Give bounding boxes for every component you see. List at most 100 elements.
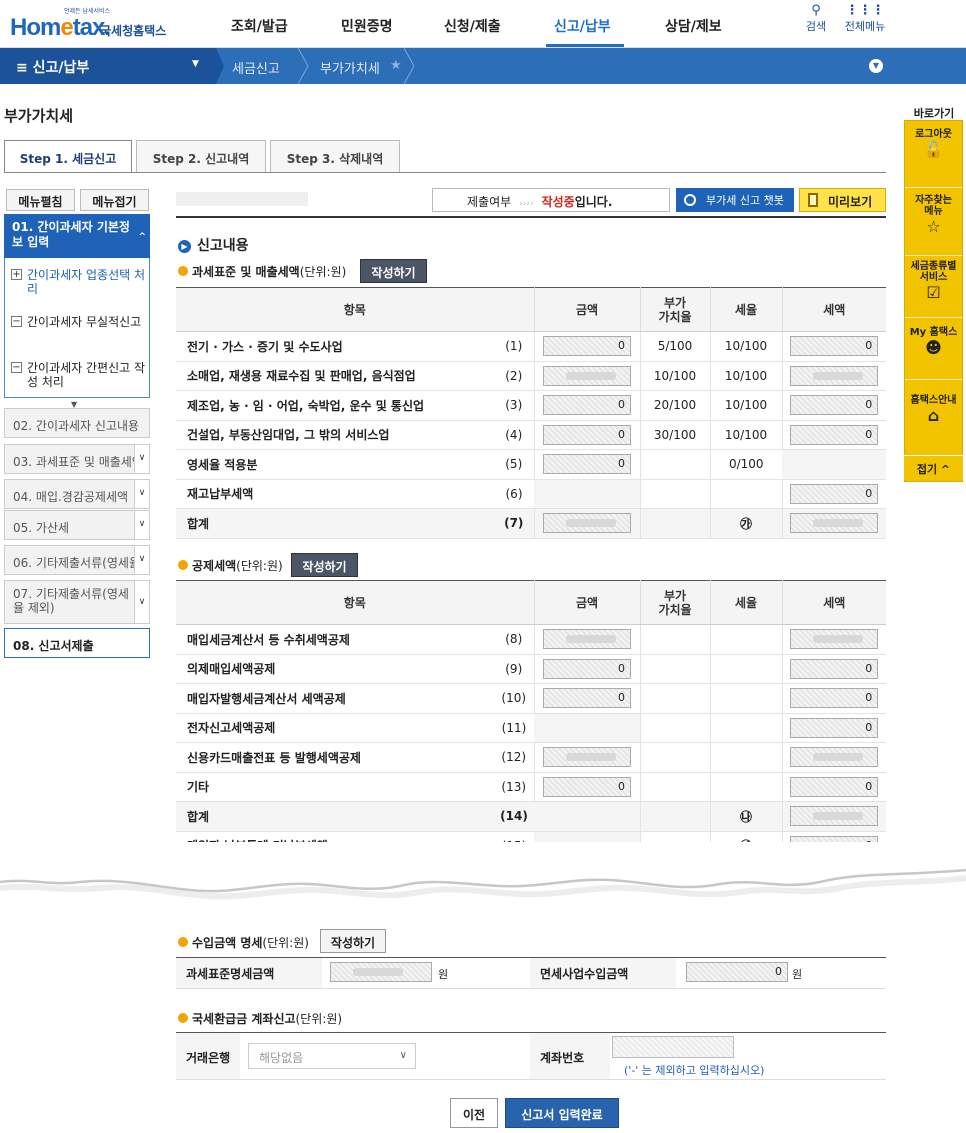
nav-filing[interactable]: 신고/납부 <box>554 16 611 36</box>
menu-expand-button[interactable]: 메뉴펼침 <box>6 189 75 211</box>
tax-field[interactable] <box>790 365 879 386</box>
breadcrumb-item-tax-filing[interactable]: 세금신고 <box>232 58 280 77</box>
amount-field[interactable] <box>543 747 631 768</box>
tab-step2[interactable]: Step 2. 신고내역 <box>136 140 266 172</box>
tax-field[interactable] <box>790 513 879 534</box>
tax-field[interactable] <box>790 629 879 650</box>
quick-fold-button[interactable]: 접기 ^ <box>904 455 963 480</box>
logo-korean: 국세청홈택스 <box>100 24 167 38</box>
row-tax-rate <box>709 624 782 655</box>
favorite-star-icon[interactable]: ★ <box>390 58 402 73</box>
nav-inquiry[interactable]: 조회/발급 <box>231 16 288 36</box>
tax-field[interactable]: 0 <box>790 658 879 679</box>
amount-field[interactable]: 0 <box>543 658 631 679</box>
logo-wordmark: Hometax. <box>10 14 111 41</box>
preview-button[interactable]: 미리보기 <box>799 188 886 212</box>
submenu-item-simple-report[interactable]: − 간이과세자 간편신고 작성 처리 <box>11 361 147 389</box>
tax-field[interactable] <box>790 806 879 827</box>
all-menu-button[interactable]: ⋮⋮⋮ 전체메뉴 <box>840 4 890 34</box>
amount-field[interactable] <box>543 365 631 386</box>
row-value-added-rate: 30/100 <box>639 420 710 450</box>
amount-field[interactable]: 0 <box>543 395 631 416</box>
chevron-down-icon[interactable]: ∨ <box>134 480 149 508</box>
menu-collapse-button[interactable]: 메뉴접기 <box>80 189 149 211</box>
previous-button[interactable]: 이전 <box>450 1098 498 1128</box>
submenu-item-business-type[interactable]: + 간이과세자 업종선택 처리 <box>11 268 147 296</box>
account-note: ('-' 는 제외하고 입력하십시오) <box>624 1064 765 1077</box>
tab-step1[interactable]: Step 1. 세금신고 <box>4 140 132 173</box>
sidebar-item-step04[interactable]: 04. 매입.경감공제세액 ∨ <box>4 479 150 509</box>
chevron-down-icon[interactable]: ∨ <box>134 546 149 574</box>
tab-step3[interactable]: Step 3. 삭제내역 <box>270 140 400 172</box>
section-selector[interactable]: ≡ 신고/납부 ▼ <box>0 48 210 84</box>
col-amount: 금액 <box>533 287 640 332</box>
cell-amount <box>533 624 640 655</box>
amount-field[interactable] <box>543 629 631 650</box>
cell-amount: 0 <box>533 420 640 450</box>
sidebar-item-step05[interactable]: 05. 가산세 ∨ <box>4 510 150 540</box>
chevron-down-icon[interactable]: ∨ <box>134 445 149 473</box>
submenu-item-no-performance[interactable]: − 간이과세자 무실적신고 <box>11 315 147 329</box>
complete-input-button[interactable]: 신고서 입력완료 <box>505 1098 619 1128</box>
deduction-heading-text: 공제세액 <box>192 559 237 573</box>
search-icon: ⚲ <box>811 3 821 18</box>
taxbase-amount-field[interactable] <box>330 962 432 982</box>
sidebar-item-step08[interactable]: 08. 신고서제출 <box>4 628 150 658</box>
step-label: 04. 매입.경감공제세액 <box>13 490 129 504</box>
row-number: (6) <box>494 479 534 509</box>
quick-my-hometax[interactable]: My 홈택스 ☻ <box>905 327 962 356</box>
quick-guide[interactable]: 홈택스안내 ⌂ <box>905 395 962 424</box>
step01-label: 01. 간이과세자 기본정보 입력 <box>12 220 130 249</box>
tax-field[interactable]: 0 <box>790 688 879 709</box>
quick-my-hometax-label: My 홈택스 <box>909 327 958 338</box>
amount-field[interactable]: 0 <box>543 336 631 357</box>
step01-submenu: + 간이과세자 업종선택 처리 − 간이과세자 무실적신고 − 간이과세자 간편… <box>4 258 150 398</box>
col-item: 항목 <box>176 580 534 625</box>
empty-cell <box>782 449 886 480</box>
chevron-down-icon[interactable]: ∨ <box>134 581 149 623</box>
quick-tax-services[interactable]: 세금종류별 서비스 ☑ <box>905 261 962 301</box>
vat-chatbot-button[interactable]: 부가세 신고 챗봇 <box>676 188 794 212</box>
tax-field[interactable]: 0 <box>790 424 879 445</box>
tax-field[interactable]: 0 <box>790 336 879 357</box>
tax-field[interactable]: 0 <box>790 395 879 416</box>
tax-field[interactable]: 0 <box>790 717 879 738</box>
nav-certificates[interactable]: 민원증명 <box>341 16 393 36</box>
chevron-down-icon[interactable]: ∨ <box>134 511 149 539</box>
breadcrumb-separator-icon <box>298 48 309 84</box>
sidebar-item-step07[interactable]: 07. 기타제출서류(영세율 제외) ∨ <box>4 580 150 624</box>
amount-field[interactable]: 0 <box>543 424 631 445</box>
tax-field[interactable]: 0 <box>790 483 879 504</box>
deduction-write-button[interactable]: 작성하기 <box>291 553 358 577</box>
chevron-down-icon: ∨ <box>399 1050 407 1061</box>
sidebar-item-step02[interactable]: 02. 간이과세자 신고내용 <box>4 408 150 438</box>
nav-application[interactable]: 신청/제출 <box>444 16 501 36</box>
sidebar-item-step01[interactable]: 01. 간이과세자 기본정보 입력 ^ <box>4 214 150 258</box>
hometax-logo[interactable]: 언제든 납세서비스 Hometax. 국세청홈택스 <box>8 6 178 42</box>
bullet-icon <box>178 1013 188 1023</box>
preview-label: 미리보기 <box>828 195 873 209</box>
bank-select[interactable]: 해당없음 ∨ <box>248 1043 416 1069</box>
breadcrumb-item-vat[interactable]: 부가가치세 <box>320 58 380 77</box>
quick-logout[interactable]: 로그아웃 🔓 <box>905 129 962 158</box>
exempt-income-field[interactable]: 0 <box>686 962 788 982</box>
tax-field[interactable] <box>790 747 879 768</box>
quick-favorites[interactable]: 자주찾는 메뉴 ☆ <box>905 195 962 235</box>
expand-circle-icon[interactable]: ▼ <box>869 59 883 73</box>
sidebar-item-step06[interactable]: 06. 기타제출서류(영세율) ∨ <box>4 545 150 575</box>
sales-write-button[interactable]: 작성하기 <box>360 259 427 283</box>
torn-paper-divider <box>0 842 966 900</box>
search-button[interactable]: ⚲ 검색 <box>796 4 836 34</box>
status-label: 제출여부 <box>467 195 512 209</box>
deduction-table: 항목 금액 부가 가치율 세율 세액 매입세금계산서 등 수취세액공제 (8) 의제… <box>176 580 886 861</box>
account-number-input[interactable] <box>612 1036 734 1058</box>
income-write-button[interactable]: 작성하기 <box>320 929 386 953</box>
tax-field[interactable]: 0 <box>790 776 879 797</box>
amount-field[interactable]: 0 <box>543 688 631 709</box>
amount-field[interactable]: 0 <box>543 454 631 475</box>
amount-field[interactable] <box>543 513 631 534</box>
section-title: ▶ 신고내용 <box>178 235 249 255</box>
nav-consult[interactable]: 상담/제보 <box>665 16 722 36</box>
amount-field[interactable]: 0 <box>543 776 631 797</box>
sidebar-item-step03[interactable]: 03. 과세표준 및 매출세액 ∨ <box>4 444 150 474</box>
